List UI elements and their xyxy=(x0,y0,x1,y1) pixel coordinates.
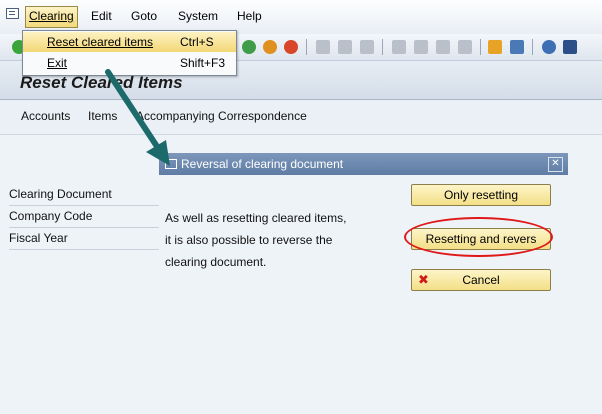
annotation-arrow-icon xyxy=(105,69,170,166)
